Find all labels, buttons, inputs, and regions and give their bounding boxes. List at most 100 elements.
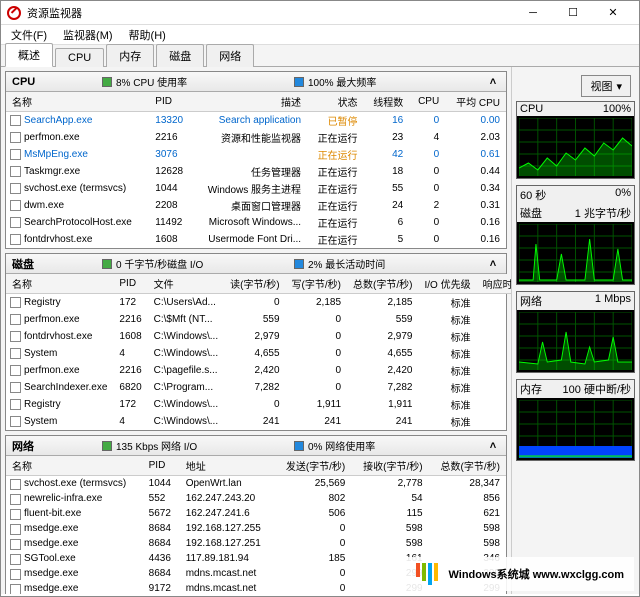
cell: 598 (351, 521, 428, 536)
cell: 172 (113, 396, 147, 413)
cell: 8684 (143, 521, 180, 536)
cell: Windows 服务主进程 (193, 180, 308, 197)
chevron-up-icon[interactable]: ˄ (486, 257, 500, 271)
chevron-up-icon[interactable]: ˄ (486, 439, 500, 453)
cpu-header[interactable]: CPU 8% CPU 使用率 100% 最大频率 ˄ (6, 72, 506, 92)
column-header[interactable]: 名称 (6, 456, 143, 476)
cpu-title: CPU (12, 76, 102, 88)
cell: 598 (351, 536, 428, 551)
cell: fontdrvhost.exe (6, 328, 113, 345)
column-header[interactable]: 读(字节/秒) (224, 274, 285, 294)
table-row[interactable]: SearchApp.exe13320Search application已暂停1… (6, 112, 506, 130)
cell: Microsoft Windows... (193, 214, 308, 231)
menu-monitor[interactable]: 监视器(M) (57, 25, 119, 45)
table-row[interactable]: newrelic-infra.exe552162.247.243.2080254… (6, 491, 506, 506)
cell: 0 (409, 231, 445, 248)
cell: 598 (429, 536, 506, 551)
table-row[interactable]: SearchIndexer.exe6820C:\Program...7,2820… (6, 379, 511, 396)
cell: 0 (286, 328, 347, 345)
cell: 0 (409, 146, 445, 163)
column-header[interactable]: I/O 优先级 (418, 274, 476, 294)
cell: 标准 (418, 396, 476, 413)
column-header[interactable]: 名称 (6, 274, 113, 294)
cell: 172 (113, 294, 147, 312)
column-header[interactable]: 总数(字节/秒) (429, 456, 506, 476)
cell: 2.03 (445, 129, 506, 146)
chevron-up-icon[interactable]: ˄ (486, 75, 500, 89)
column-header[interactable]: PID (149, 92, 192, 112)
column-header[interactable]: 描述 (193, 92, 308, 112)
table-row[interactable]: fluent-bit.exe5672162.247.241.6506115621 (6, 506, 506, 521)
table-row[interactable]: Registry172C:\Users\Ad...02,1852,185标准34 (6, 294, 511, 312)
minimize-button[interactable]: ─ (513, 2, 553, 24)
cell: 241 (286, 413, 347, 430)
table-row[interactable]: msedge.exe8684192.168.127.2510598598 (6, 536, 506, 551)
table-row[interactable]: MsMpEng.exe3076正在运行4200.61 (6, 146, 506, 163)
table-row[interactable]: Registry172C:\Windows\...01,9111,911标准9 (6, 396, 511, 413)
close-button[interactable]: ✕ (593, 2, 633, 24)
cell: 23 (364, 129, 410, 146)
tab-network[interactable]: 网络 (206, 44, 254, 67)
column-header[interactable]: 接收(字节/秒) (351, 456, 428, 476)
left-pane: CPU 8% CPU 使用率 100% 最大频率 ˄ 名称PID描述状态线程数C… (1, 67, 511, 594)
cell: 0 (286, 345, 347, 362)
tab-cpu[interactable]: CPU (55, 48, 104, 67)
table-row[interactable]: Taskmgr.exe12628任务管理器正在运行1800.44 (6, 163, 506, 180)
column-header[interactable]: 总数(字节/秒) (347, 274, 418, 294)
column-header[interactable]: 状态 (307, 92, 364, 112)
cell: 1,911 (347, 396, 418, 413)
column-header[interactable]: PID (113, 274, 147, 294)
cell: 2216 (113, 311, 147, 328)
graph-label-r: 100 硬中断/秒 (563, 381, 631, 397)
tab-disk[interactable]: 磁盘 (156, 44, 204, 67)
view-button[interactable]: 视图 ▾ (581, 75, 631, 97)
table-row[interactable]: SearchProtocolHost.exe11492Microsoft Win… (6, 214, 506, 231)
cell: 8684 (143, 536, 180, 551)
tab-memory[interactable]: 内存 (106, 44, 154, 67)
table-row[interactable]: svchost.exe (termsvcs)1044Windows 服务主进程正… (6, 180, 506, 197)
network-header[interactable]: 网络 135 Kbps 网络 I/O 0% 网络使用率 ˄ (6, 436, 506, 456)
table-row[interactable]: perfmon.exe2216C:\pagefile.s...2,42002,4… (6, 362, 511, 379)
menu-help[interactable]: 帮助(H) (123, 25, 172, 45)
cell: 34 (477, 294, 511, 312)
column-header[interactable]: 发送(字节/秒) (274, 456, 351, 476)
column-header[interactable]: 地址 (180, 456, 274, 476)
table-row[interactable]: svchost.exe (termsvcs)1044OpenWrt.lan25,… (6, 476, 506, 491)
column-header[interactable]: 平均 CPU (445, 92, 506, 112)
cell: dwm.exe (6, 197, 149, 214)
table-row[interactable]: dwm.exe2208桌面窗口管理器正在运行2420.31 (6, 197, 506, 214)
table-row[interactable]: msedge.exe8684192.168.127.2550598598 (6, 521, 506, 536)
cell: 9172 (143, 581, 180, 595)
cell: 12628 (149, 163, 192, 180)
table-row[interactable]: System4C:\Windows\...4,65504,655标准11 (6, 345, 511, 362)
column-header[interactable]: 线程数 (364, 92, 410, 112)
tab-overview[interactable]: 概述 (5, 43, 53, 67)
column-header[interactable]: 写(字节/秒) (286, 274, 347, 294)
cell: 0 (286, 379, 347, 396)
cell: msedge.exe (6, 521, 143, 536)
meter-icon (294, 441, 304, 451)
cell: svchost.exe (termsvcs) (6, 476, 143, 491)
table-row[interactable]: fontdrvhost.exe1608C:\Windows\...2,97902… (6, 328, 511, 345)
maximize-button[interactable]: ☐ (553, 2, 593, 24)
column-header[interactable]: 响应时间(ms) (477, 274, 511, 294)
cell: C:\$Mft (NT... (148, 311, 224, 328)
net-io-label: 135 Kbps 网络 I/O (116, 438, 197, 453)
column-header[interactable]: CPU (409, 92, 445, 112)
cell: 标准 (418, 345, 476, 362)
cell: 0.34 (445, 180, 506, 197)
table-row[interactable]: fontdrvhost.exe1608Usermode Font Dri...正… (6, 231, 506, 248)
watermark: Windows系统城 www.wxclgg.com (406, 557, 634, 591)
column-header[interactable]: 名称 (6, 92, 149, 112)
meter-icon (102, 77, 112, 87)
cell: 标准 (418, 294, 476, 312)
table-row[interactable]: System4C:\Windows\...241241241标准8 (6, 413, 511, 430)
table-row[interactable]: perfmon.exe2216C:\$Mft (NT...5590559标准14 (6, 311, 511, 328)
column-header[interactable]: PID (143, 456, 180, 476)
disk-header[interactable]: 磁盘 0 千字节/秒磁盘 I/O 2% 最长活动时间 ˄ (6, 254, 506, 274)
cell: 0 (286, 311, 347, 328)
column-header[interactable]: 文件 (148, 274, 224, 294)
cell: 正在运行 (307, 197, 364, 214)
menu-file[interactable]: 文件(F) (5, 25, 53, 45)
table-row[interactable]: perfmon.exe2216资源和性能监视器正在运行2342.03 (6, 129, 506, 146)
